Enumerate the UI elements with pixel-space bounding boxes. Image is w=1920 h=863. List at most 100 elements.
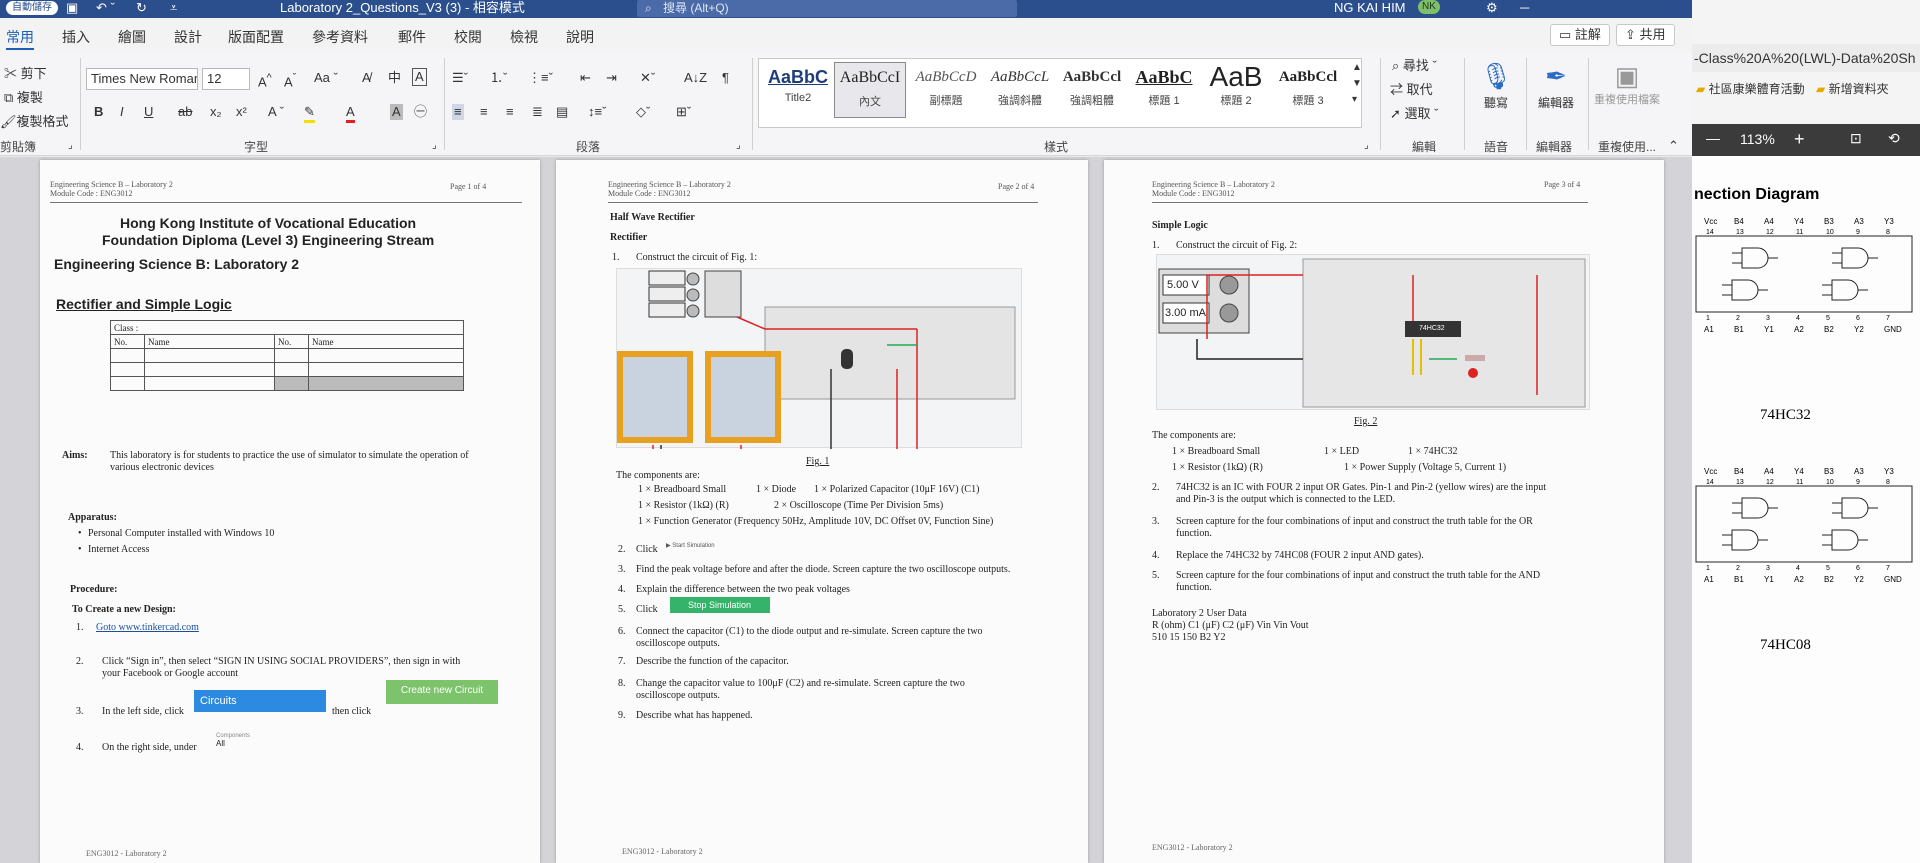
enclose-char-icon[interactable]: ㊀ [414, 104, 427, 120]
bold-button[interactable]: B [94, 104, 103, 120]
dialog-launcher-icon[interactable]: ⌟ [432, 138, 437, 154]
style-heading2[interactable]: AaB 標題 2 [1200, 62, 1272, 118]
borders-icon[interactable]: ⊞ˇ [676, 104, 691, 120]
address-bar[interactable]: -Class%20A%20(LWL)-Data%20Sh [1692, 44, 1920, 72]
decrease-indent-icon[interactable]: ⇤ [580, 70, 591, 86]
tab-view[interactable]: 檢視 [510, 27, 538, 47]
highlight-icon[interactable]: ✎ [304, 104, 315, 123]
bullets-icon[interactable]: ☰ˇ [452, 70, 468, 86]
pin-label: A3 [1854, 467, 1864, 476]
class-cell[interactable]: Class : [110, 320, 464, 335]
table-row[interactable] [110, 348, 464, 363]
find-button[interactable]: ⌕ 尋找 ˇ [1392, 58, 1437, 74]
strikethrough-button[interactable]: ab [178, 104, 192, 120]
customize-icon[interactable]: ⩡ [170, 0, 177, 16]
select-button[interactable]: ➚ 選取 ˇ [1390, 106, 1438, 122]
document-page-2[interactable]: Engineering Science B – Laboratory 2 Modu… [556, 160, 1088, 863]
share-button[interactable]: ⇪ 共用 [1616, 24, 1675, 46]
style-heading1[interactable]: AaBbC 標題 1 [1128, 62, 1200, 118]
distributed-icon[interactable]: ▤ [556, 104, 568, 120]
align-center-icon[interactable]: ≡ [480, 104, 488, 120]
numbering-icon[interactable]: ⒈ˇ [490, 70, 507, 86]
cut-button[interactable]: ✂ 剪下 [4, 66, 47, 82]
reuse-files-button[interactable]: ▣ 重複使用檔案 [1594, 58, 1660, 106]
replace-button[interactable]: ⇄ 取代 [1390, 82, 1433, 98]
dialog-launcher-icon[interactable]: ⌟ [736, 138, 741, 154]
settings-icon[interactable]: ⚙ [1486, 0, 1498, 16]
rotate-icon[interactable]: ⟲ [1888, 130, 1900, 147]
tab-references[interactable]: 參考資料 [312, 27, 368, 47]
fit-page-icon[interactable]: ⊡ [1850, 130, 1862, 147]
bookmark-item[interactable]: ▰ 社區康樂體育活動 [1696, 80, 1805, 97]
wire [1196, 339, 1303, 360]
style-strong[interactable]: AaBbCcl 強調粗體 [1056, 62, 1128, 118]
tab-mailings[interactable]: 郵件 [398, 27, 426, 47]
gallery-scroll-icon[interactable]: ▲ ▼ ▾ [1352, 60, 1362, 108]
dictate-button[interactable]: 🎙 聽寫 [1470, 58, 1522, 111]
font-name-select[interactable]: Times New Roman [86, 68, 198, 90]
asian-layout-icon[interactable]: ✕ˇ [640, 70, 655, 86]
ic-pinout-74hc32: Vcc 14 1 A1 B4 13 2 B1 A4 12 3 Y1 Y4 11 4 A2 B3 10 5 B2 A3 9 6… [1695, 217, 1913, 334]
bookmark-item[interactable]: ▰ 新增資料夾 [1816, 80, 1889, 97]
document-page-3[interactable]: Engineering Science B – Laboratory 2 Modu… [1104, 160, 1664, 863]
collapse-ribbon-icon[interactable]: ⌃ [1668, 138, 1679, 154]
editor-button[interactable]: ✒ 編輯器 [1530, 58, 1582, 111]
align-right-icon[interactable]: ≡ [506, 104, 514, 120]
component-item: 1 × Breadboard Small [638, 484, 727, 495]
align-left-icon[interactable]: ≡ [452, 104, 464, 120]
document-title[interactable]: Laboratory 2_Questions_V3 (3) - 相容模式 [280, 0, 525, 16]
font-size-select[interactable]: 12 [202, 68, 250, 90]
increase-indent-icon[interactable]: ⇥ [606, 70, 617, 86]
multilevel-list-icon[interactable]: ⋮≡ˇ [528, 70, 553, 86]
style-normal[interactable]: AaBbCcI 內文 [834, 62, 906, 118]
font-color-icon[interactable]: A [346, 104, 355, 123]
tab-help[interactable]: 說明 [566, 27, 594, 47]
copy-button[interactable]: ⧉ 複製 [4, 90, 43, 106]
char-shading-icon[interactable]: A [390, 104, 403, 120]
style-title2[interactable]: AaBbC Title2 [762, 62, 834, 118]
dialog-launcher-icon[interactable]: ⌟ [1364, 138, 1369, 154]
tab-home[interactable]: 常用 [6, 27, 34, 50]
pin-number: 1 [1706, 565, 1710, 572]
sort-icon[interactable]: A↓Z [684, 70, 707, 86]
style-emphasis[interactable]: AaBbCcL 強調斜體 [984, 62, 1056, 118]
minimize-icon[interactable]: ─ [1520, 0, 1529, 16]
save-icon[interactable]: ▣ [66, 0, 78, 16]
dialog-launcher-icon[interactable]: ⌟ [68, 138, 73, 154]
italic-button[interactable]: I [120, 104, 124, 120]
tinkercad-link[interactable]: Goto www.tinkercad.com [96, 622, 199, 634]
search-input[interactable]: ⌕ 搜尋 (Alt+Q) [637, 0, 1017, 17]
grow-font-icon[interactable]: A^ [258, 70, 272, 90]
avatar[interactable]: NK [1418, 0, 1440, 14]
tab-design[interactable]: 設計 [174, 27, 202, 47]
justify-icon[interactable]: ≣ [532, 104, 543, 120]
change-case-icon[interactable]: Aa ˇ [314, 70, 338, 86]
line-spacing-icon[interactable]: ↕≡ˇ [588, 104, 606, 120]
undo-icon[interactable]: ↶ ˇ [96, 0, 115, 16]
table-row[interactable] [110, 376, 464, 391]
underline-button[interactable]: U [144, 104, 153, 120]
autosave-toggle[interactable]: 自動儲存 [6, 1, 58, 15]
comments-button[interactable]: ▭ 註解 [1550, 24, 1610, 46]
subscript-icon[interactable]: x₂ [210, 104, 222, 120]
text-effects-icon[interactable]: A ˇ [268, 104, 284, 120]
clear-format-icon[interactable]: A̸ [362, 70, 371, 86]
table-row[interactable] [110, 362, 464, 377]
superscript-icon[interactable]: x² [236, 104, 247, 120]
tab-insert[interactable]: 插入 [62, 27, 90, 47]
phonetic-icon[interactable]: 中 [388, 70, 401, 86]
char-border-icon[interactable]: A [412, 68, 427, 86]
tab-review[interactable]: 校閱 [454, 27, 482, 47]
tab-layout[interactable]: 版面配置 [228, 27, 284, 47]
tab-draw[interactable]: 繪圖 [118, 27, 146, 47]
zoom-out-icon[interactable]: — [1706, 130, 1720, 146]
shrink-font-icon[interactable]: Aˇ [284, 70, 296, 90]
zoom-in-icon[interactable]: + [1794, 129, 1805, 150]
show-marks-icon[interactable]: ¶ [722, 70, 729, 86]
redo-icon[interactable]: ↻ [136, 0, 147, 16]
document-page-1[interactable]: Engineering Science B – Laboratory 2 Modu… [40, 160, 540, 863]
shading-icon[interactable]: ◇ˇ [636, 104, 650, 120]
style-heading3[interactable]: AaBbCcl 標題 3 [1272, 62, 1344, 118]
style-subtitle[interactable]: AaBbCcD 副標題 [910, 62, 982, 118]
format-painter-button[interactable]: 🖌複製格式 [0, 114, 69, 130]
